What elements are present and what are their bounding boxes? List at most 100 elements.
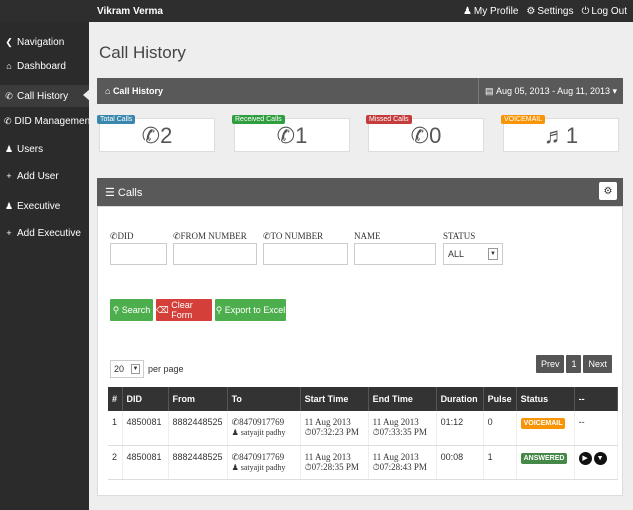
sidebar-item-label: Call History [17,90,69,102]
logout-label: Log Out [591,5,627,17]
date-range-label: Aug 05, 2013 - Aug 11, 2013 [496,86,610,96]
cell-duration: 01:12 [436,411,484,446]
col-header: Duration [436,387,484,411]
clear-button-label: Clear Form [171,300,193,320]
sidebar-item-label: Add User [17,170,59,182]
stat-value: ♬1 [504,123,618,149]
search-button[interactable]: ⚲ Search [110,299,153,321]
did-label-text: DID [117,231,134,241]
user-name: Vikram Verma [97,5,163,17]
phone-icon: ✆ [276,123,296,148]
cell-status: VOICEMAIL [516,411,575,446]
stat-number: 2 [160,123,173,148]
col-header: End Time [368,387,437,411]
stat-value: ✆1 [235,123,349,149]
phone-icon: ✆ [263,231,271,241]
sidebar-item-add-user[interactable]: + Add User [0,166,89,186]
phone-icon: ✆ [5,90,13,101]
chevron-left-icon: ❮ [5,36,13,47]
name-input[interactable] [354,243,436,265]
prev-page-button[interactable]: Prev [535,355,565,373]
to-number-input[interactable] [263,243,348,265]
end-date: 11 Aug 2013 [372,417,419,427]
date-range-picker[interactable]: ▤ Aug 05, 2013 - Aug 11, 2013 ▾ [478,78,623,104]
cell-to: ✆8470917769 ♟ satyajit padhy [227,445,301,480]
logout-link[interactable]: ⏻ Log Out [581,6,627,17]
sidebar-item-call-history[interactable]: ✆ Call History [0,85,90,107]
download-icon[interactable]: ▼ [593,451,607,465]
cell-to: ✆8470917769 ♟ satyajit padhy [227,411,301,446]
cell-start-time: 11 Aug 2013 ⏱07:32:23 PM [300,411,369,446]
clock-icon: ⏱ [304,427,312,437]
sidebar-item-navigation[interactable]: ❮ Navigation [0,32,89,52]
chevron-down-icon: ▼ [131,364,140,374]
cell-pulse: 1 [483,445,517,480]
breadcrumb-home[interactable]: ⌂ Call History [105,86,163,96]
stat-value: ✆2 [100,123,214,149]
search-button-label: Search [121,305,151,315]
sidebar-item-dashboard[interactable]: ⌂ Dashboard [0,56,89,76]
cell-index: 2 [108,445,123,480]
phone-icon: ✆ [231,451,240,462]
to-label-text: TO NUMBER [270,231,324,241]
to-number: 8470917769 [239,451,285,462]
status-select[interactable]: ALL ▼ [443,243,503,265]
cell-status: ANSWERED [516,445,575,480]
sidebar-item-label: Dashboard [17,60,66,72]
sidebar: ❮ Navigation ⌂ Dashboard ✆ Call History ✆ DI… [0,22,93,510]
table-header-row: # DID From To Start Time End Time Durati… [108,387,619,411]
sidebar-item-label: Users [17,143,44,155]
col-header: DID [122,387,169,411]
settings-link[interactable]: ⚙ Settings [526,6,573,17]
gear-icon: ⚙ [526,5,536,17]
home-icon: ⌂ [105,86,113,96]
sidebar-item-label: Add Executive [17,227,81,239]
sidebar-item-did-management[interactable]: ✆ DID Management [0,111,93,131]
did-input[interactable] [110,243,167,265]
col-header: Pulse [483,387,517,411]
per-page-select[interactable]: 20 ▼ [110,360,144,378]
export-button-label: Export to Excel [224,305,286,315]
my-profile-link[interactable]: ♟ My Profile [463,6,518,17]
sidebar-item-add-executive[interactable]: + Add Executive [0,223,89,243]
start-time: 07:32:23 PM [311,427,359,437]
play-icon[interactable]: ▶ [578,451,592,465]
calls-panel: ✆DID ✆FROM NUMBER ✆TO NUMBER NAME STATUS… [97,206,623,496]
per-page-value: 20 [114,364,125,374]
end-time: 07:28:43 PM [379,461,427,472]
panel-title-text: Calls [117,186,143,199]
sidebar-item-users[interactable]: ♟ Users [0,139,89,159]
start-time: 07:28:35 PM [311,461,359,472]
phone-icon: ✆ [231,417,240,427]
sidebar-item-label: Navigation [17,36,65,48]
did-label: ✆DID [110,231,134,242]
clock-icon: ⏱ [372,427,380,437]
breadcrumb-label: Call History [112,86,163,96]
stat-total-calls: Total Calls ✆2 [97,115,215,152]
from-label-text: FROM NUMBER [180,231,247,241]
gear-icon[interactable]: ⚙ [599,182,617,200]
next-page-button[interactable]: Next [583,355,612,373]
status-badge: VOICEMAIL [520,418,566,429]
stat-number: 0 [429,123,442,148]
sidebar-item-executive[interactable]: ♟ Executive [0,196,89,216]
user-icon: ♟ [231,428,241,437]
page-1-button[interactable]: 1 [566,355,582,373]
col-header: Status [516,387,575,411]
cell-from: 8882448525 [168,411,228,446]
clear-form-button[interactable]: ⌫ Clear Form [156,299,212,321]
user-icon: ♟ [4,143,14,154]
stat-received-calls: Received Calls ✆1 [232,115,350,152]
my-profile-label: My Profile [473,5,519,17]
name-label: NAME [354,231,381,241]
status-badge: ANSWERED [520,452,568,464]
from-number-input[interactable] [173,243,257,265]
phone-icon: ✆ [173,231,181,241]
trash-icon: ⌫ [156,304,172,315]
export-excel-button[interactable]: ⚲ Export to Excel [215,299,286,321]
main-content: Call History ⌂ Call History ▤ Aug 05, 20… [89,22,633,510]
clock-icon: ⏱ [372,461,380,472]
sidebar-item-label: Executive [17,200,61,212]
cell-end-time: 11 Aug 2013 ⏱07:28:43 PM [368,445,437,480]
cell-start-time: 11 Aug 2013 ⏱07:28:35 PM [300,445,369,480]
